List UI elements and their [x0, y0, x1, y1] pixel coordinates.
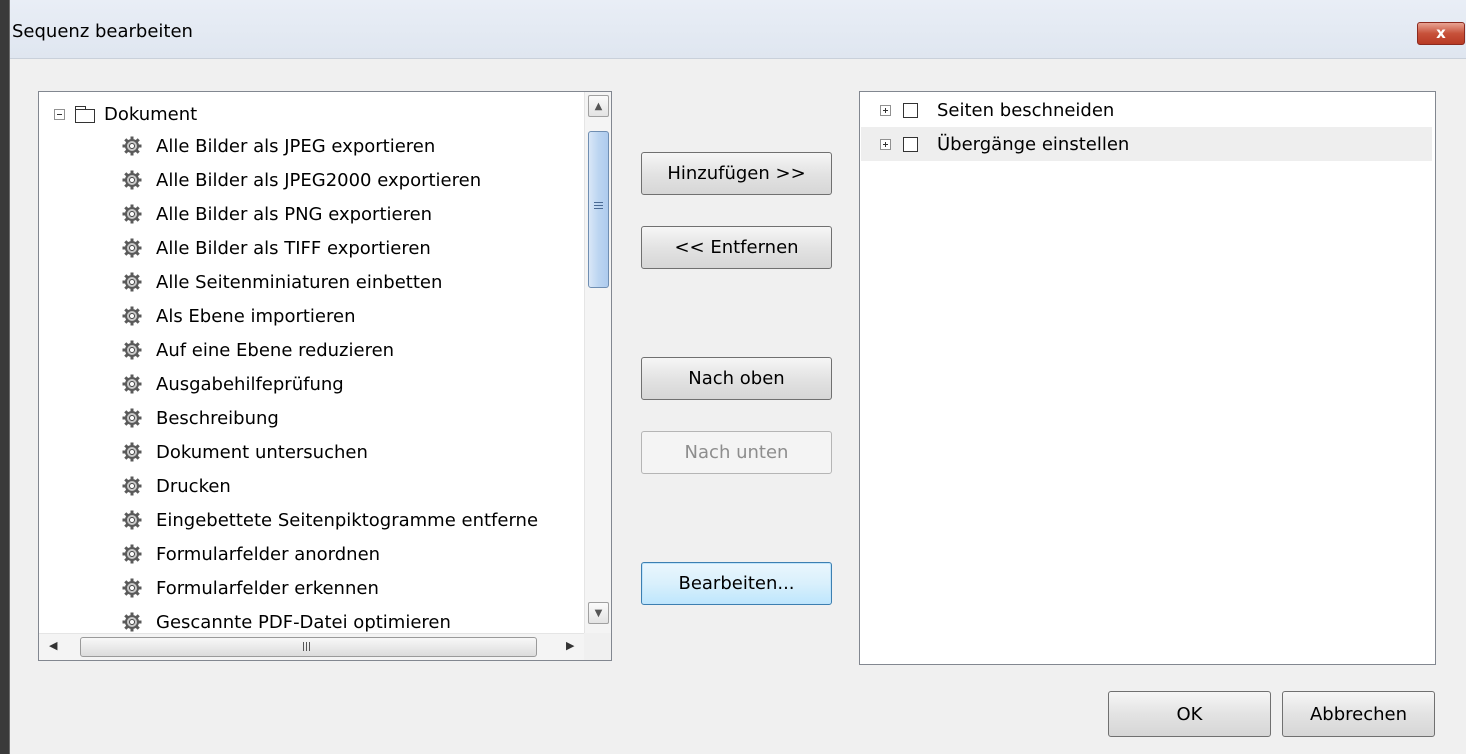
tree-item-label: Alle Seitenminiaturen einbetten [156, 271, 443, 293]
tree-item-label: Eingebettete Seitenpiktogramme entferne [156, 509, 539, 531]
tree-item-label: Ausgabehilfeprüfung [156, 373, 344, 395]
gear-icon [122, 578, 142, 598]
tree-item-label: Formularfelder anordnen [156, 543, 381, 565]
tree-item-label: Alle Bilder als JPEG exportieren [156, 135, 436, 157]
tree-item-label: Drucken [156, 475, 231, 497]
gear-icon [122, 340, 142, 360]
collapse-icon[interactable] [54, 108, 65, 120]
folder-icon [75, 106, 95, 123]
sequence-item-checkbox[interactable] [903, 136, 918, 152]
window-title: Sequenz bearbeiten [12, 21, 193, 42]
sequence-item[interactable]: Seiten beschneiden [861, 93, 1432, 127]
tree-item[interactable]: Ausgabehilfeprüfung [122, 367, 344, 401]
gear-icon [122, 136, 142, 156]
move-down-button[interactable]: Nach unten [641, 431, 832, 474]
tree-item-label: Als Ebene importieren [156, 305, 356, 327]
edit-button[interactable]: Bearbeiten... [641, 562, 832, 605]
vertical-scrollbar[interactable]: ▲ ▼ [584, 92, 611, 635]
ok-button[interactable]: OK [1108, 691, 1271, 737]
remove-button[interactable]: << Entfernen [641, 226, 832, 269]
tree-item[interactable]: Formularfelder erkennen [122, 571, 379, 605]
gear-icon [122, 374, 142, 394]
tree-item[interactable]: Eingebettete Seitenpiktogramme entferne [122, 503, 538, 537]
gear-icon [122, 408, 142, 428]
expand-icon[interactable] [880, 104, 891, 116]
tree-item-label: Formularfelder erkennen [156, 577, 379, 599]
tree-item[interactable]: Alle Bilder als JPEG exportieren [122, 129, 435, 163]
gear-icon [122, 510, 142, 530]
gear-icon [122, 612, 142, 632]
close-button[interactable]: x [1417, 22, 1465, 45]
move-up-button[interactable]: Nach oben [641, 357, 832, 400]
tree-item[interactable]: Alle Bilder als TIFF exportieren [122, 231, 431, 265]
tree-item-label: Dokument untersuchen [156, 441, 368, 463]
tree-item[interactable]: Drucken [122, 469, 231, 503]
tree-node-dokument[interactable]: Dokument [54, 101, 197, 127]
gear-icon [122, 204, 142, 224]
tree-item-label: Auf eine Ebene reduzieren [156, 339, 395, 361]
sequence-item[interactable]: Übergänge einstellen [861, 127, 1432, 161]
commands-tree[interactable]: Dokument Alle Bilder als JPEG exportiere… [38, 91, 612, 661]
tree-item-label: Alle Bilder als TIFF exportieren [156, 237, 431, 259]
gear-icon [122, 170, 142, 190]
add-button[interactable]: Hinzufügen >> [641, 152, 832, 195]
scroll-up-button[interactable]: ▲ [588, 95, 609, 117]
expand-icon[interactable] [880, 138, 891, 150]
gear-icon [122, 476, 142, 496]
tree-item-label: Alle Bilder als PNG exportieren [156, 203, 433, 225]
gear-icon [122, 442, 142, 462]
tree-root-label: Dokument [104, 103, 198, 125]
scroll-down-button[interactable]: ▼ [588, 602, 609, 624]
tree-item[interactable]: Alle Bilder als PNG exportieren [122, 197, 432, 231]
sequence-item-label: Übergänge einstellen [937, 133, 1130, 155]
gear-icon [122, 272, 142, 292]
close-icon: x [1436, 24, 1446, 42]
horizontal-scroll-thumb[interactable] [80, 637, 537, 657]
title-bar[interactable]: Sequenz bearbeiten x [10, 0, 1466, 59]
tree-item-label: Beschreibung [156, 407, 279, 429]
tree-item[interactable]: Formularfelder anordnen [122, 537, 380, 571]
gear-icon [122, 544, 142, 564]
tree-item[interactable]: Dokument untersuchen [122, 435, 368, 469]
tree-item[interactable]: Alle Seitenminiaturen einbetten [122, 265, 442, 299]
tree-item[interactable]: Als Ebene importieren [122, 299, 356, 333]
tree-item-label: Gescannte PDF-Datei optimieren [156, 611, 451, 633]
horizontal-scrollbar[interactable]: ◀ ▶ [39, 633, 587, 660]
gear-icon [122, 238, 142, 258]
sequence-item-label: Seiten beschneiden [937, 99, 1115, 121]
sequence-list[interactable]: Seiten beschneiden Übergänge einstellen [859, 91, 1436, 665]
tree-item[interactable]: Auf eine Ebene reduzieren [122, 333, 394, 367]
scroll-thumb[interactable] [588, 131, 609, 288]
sequence-item-checkbox[interactable] [903, 102, 918, 118]
tree-item[interactable]: Beschreibung [122, 401, 279, 435]
gear-icon [122, 306, 142, 326]
scroll-right-icon[interactable]: ▶ [566, 639, 574, 652]
tree-item[interactable]: Alle Bilder als JPEG2000 exportieren [122, 163, 481, 197]
scrollbar-corner [584, 633, 611, 660]
tree-item-label: Alle Bilder als JPEG2000 exportieren [156, 169, 482, 191]
scroll-left-icon[interactable]: ◀ [49, 639, 57, 652]
cancel-button[interactable]: Abbrechen [1282, 691, 1435, 737]
